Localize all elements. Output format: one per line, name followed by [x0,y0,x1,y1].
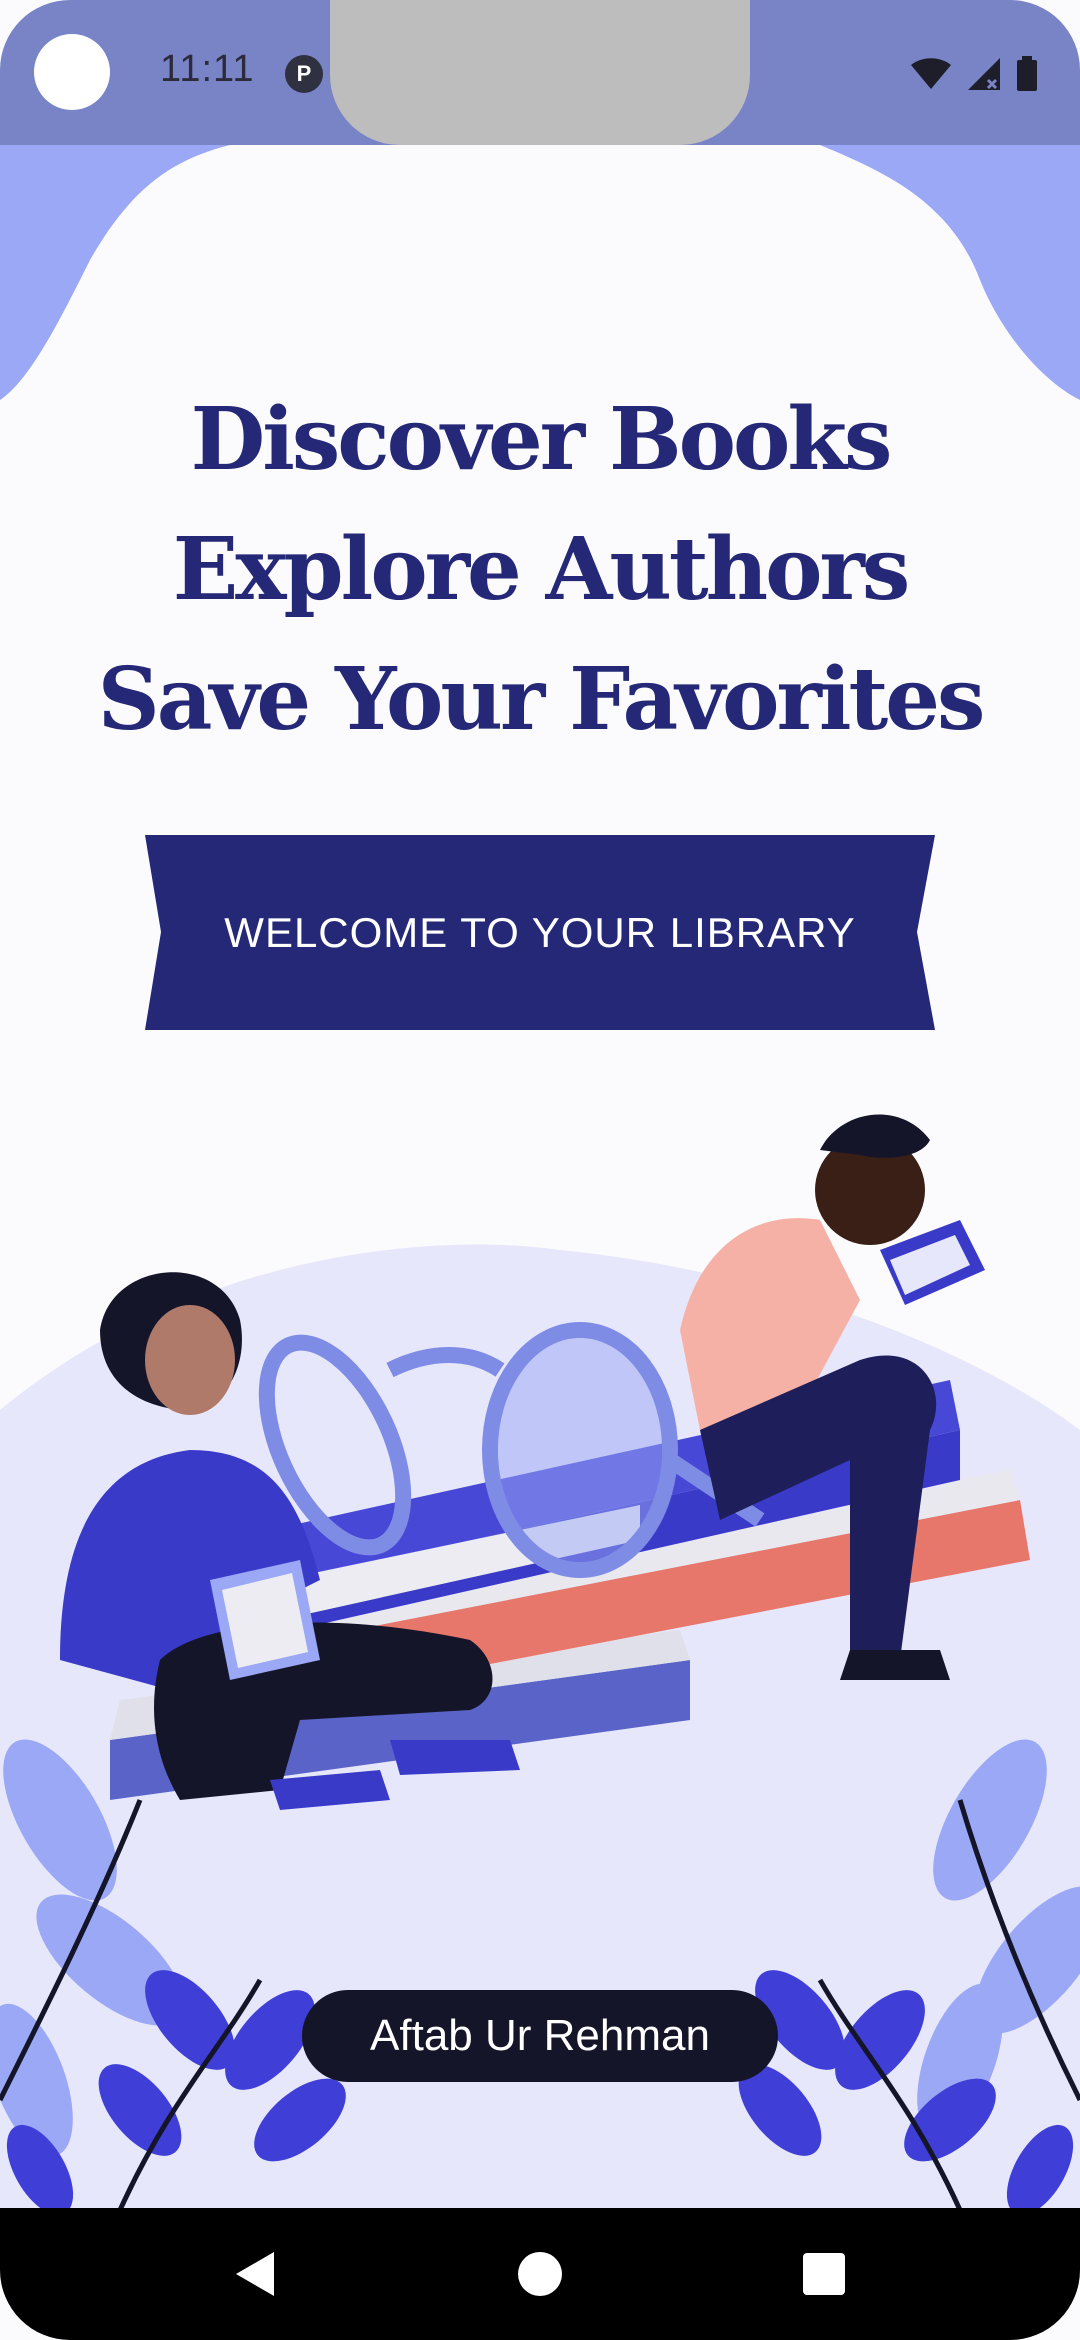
cellular-signal-icon [968,58,1000,90]
welcome-banner-label: WELCOME TO YOUR LIBRARY [224,909,856,956]
app-screen: 11:11 P Discover Books Explore Authors S… [0,0,1080,2340]
headline: Discover Books Explore Authors Save Your… [0,375,1080,765]
headline-line-2: Explore Authors [172,519,911,620]
system-navigation-bar [0,2208,1080,2340]
welcome-banner[interactable]: WELCOME TO YOUR LIBRARY [145,835,935,1030]
back-icon[interactable] [230,2248,282,2300]
front-camera [34,34,110,110]
headline-line-3: Save Your Favorites [97,649,986,750]
author-credit-pill: Aftab Ur Rehman [302,1990,778,2082]
camera-notch [330,0,750,145]
app-notification-icon: P [285,55,323,93]
wifi-icon [911,58,951,89]
battery-icon [1017,56,1037,91]
status-icons [910,54,1038,94]
headline-line-1: Discover Books [190,389,893,490]
status-bar: 11:11 P [0,0,1080,145]
home-icon[interactable] [514,2248,566,2300]
recents-icon[interactable] [798,2248,850,2300]
status-time: 11:11 [160,48,255,90]
